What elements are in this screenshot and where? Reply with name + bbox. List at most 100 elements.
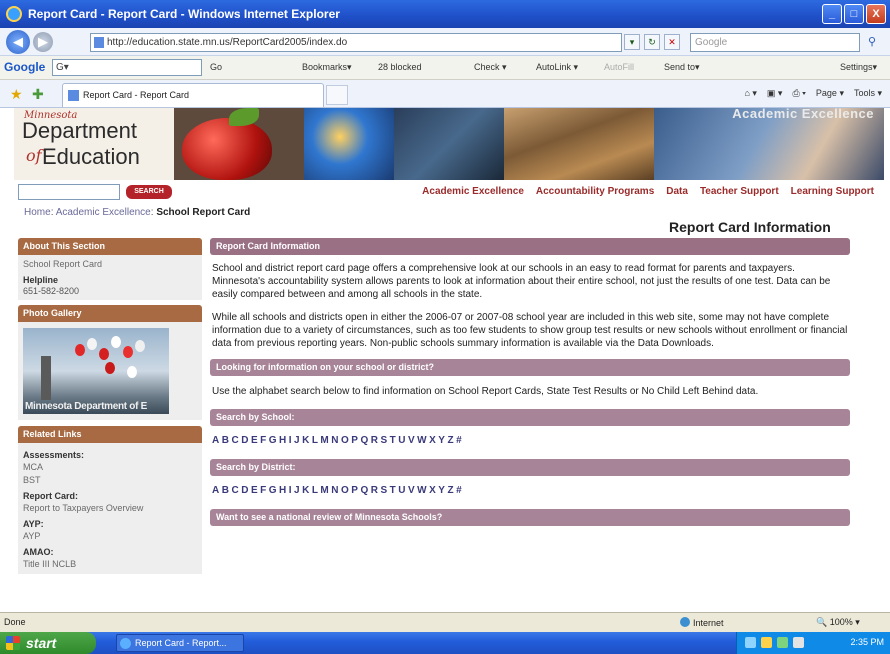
search-icon[interactable]: ⚲ — [868, 35, 884, 51]
tray-network-icon[interactable] — [745, 637, 756, 648]
stop-icon[interactable]: ✕ — [664, 34, 680, 50]
home-icon[interactable]: ⌂ ▾ — [744, 88, 756, 99]
district-letter-link[interactable]: S — [380, 485, 387, 496]
print-icon[interactable]: ⎙ ▾ — [792, 88, 805, 99]
school-letter-link[interactable]: Z — [447, 435, 454, 446]
gallery-photo[interactable]: Minnesota Department of E — [23, 328, 169, 414]
feeds-icon[interactable]: ▣ ▾ — [767, 88, 783, 99]
district-letter-link[interactable]: I — [289, 485, 292, 496]
security-zone[interactable]: Internet — [680, 617, 724, 628]
dropdown-arrow-icon[interactable]: ▾ — [624, 34, 640, 50]
district-letter-link[interactable]: A — [212, 485, 220, 496]
spellcheck-button[interactable]: Check ▾ — [474, 62, 507, 73]
district-letter-link[interactable]: E — [251, 485, 258, 496]
close-button[interactable]: X — [866, 4, 886, 24]
tab-report-card[interactable]: Report Card - Report Card — [62, 83, 324, 107]
district-letter-link[interactable]: Z — [447, 485, 454, 496]
back-button[interactable]: ◀ — [6, 29, 30, 54]
district-letter-link[interactable]: Q — [360, 485, 368, 496]
school-letter-link[interactable]: V — [408, 435, 415, 446]
minimize-button[interactable]: _ — [822, 4, 842, 24]
school-letter-link[interactable]: G — [269, 435, 277, 446]
school-letter-link[interactable]: A — [212, 435, 220, 446]
tray-security-icon[interactable] — [761, 637, 772, 648]
related-link-mca[interactable]: MCA — [23, 461, 197, 474]
district-letter-link[interactable]: B — [222, 485, 230, 496]
google-search-input[interactable]: G▾ — [52, 59, 202, 76]
nav-academic-excellence[interactable]: Academic Excellence — [422, 186, 524, 197]
district-letter-link[interactable]: N — [331, 485, 339, 496]
district-letter-link[interactable]: K — [302, 485, 310, 496]
page-menu[interactable]: Page ▾ — [816, 88, 844, 99]
related-link-bst[interactable]: BST — [23, 474, 197, 487]
district-letter-link[interactable]: M — [320, 485, 329, 496]
browser-search-input[interactable]: Google — [690, 33, 860, 52]
district-letter-link[interactable]: L — [312, 485, 319, 496]
district-letter-link[interactable]: C — [231, 485, 239, 496]
district-letter-link[interactable]: R — [371, 485, 379, 496]
school-letter-link[interactable]: F — [260, 435, 267, 446]
address-input[interactable]: http://education.state.mn.us/ReportCard2… — [90, 33, 622, 52]
school-letter-link[interactable]: H — [279, 435, 287, 446]
district-letter-link[interactable]: G — [269, 485, 277, 496]
taskbar-item-report-card[interactable]: Report Card - Report... — [116, 634, 244, 652]
autofill-button[interactable]: AutoFill — [604, 62, 634, 72]
breadcrumb-home[interactable]: Home — [24, 207, 51, 218]
district-letter-link[interactable]: J — [294, 485, 300, 496]
district-letter-link[interactable]: W — [417, 485, 427, 496]
school-letter-link[interactable]: K — [302, 435, 310, 446]
district-letter-link[interactable]: O — [341, 485, 349, 496]
school-letter-link[interactable]: E — [251, 435, 258, 446]
maximize-button[interactable]: □ — [844, 4, 864, 24]
school-letter-link[interactable]: T — [390, 435, 397, 446]
related-link-title-iii[interactable]: Title III NCLB — [23, 558, 197, 571]
school-letter-link[interactable]: N — [331, 435, 339, 446]
district-letter-link[interactable]: U — [398, 485, 406, 496]
tray-volume-icon[interactable] — [793, 637, 804, 648]
google-go-button[interactable]: Go — [210, 62, 222, 72]
school-letter-link[interactable]: S — [380, 435, 387, 446]
autolink-button[interactable]: AutoLink ▾ — [536, 62, 578, 73]
school-letter-link[interactable]: Y — [438, 435, 445, 446]
tray-update-icon[interactable] — [777, 637, 788, 648]
school-letter-link[interactable]: U — [398, 435, 406, 446]
settings-button[interactable]: Settings▾ — [840, 62, 877, 73]
add-favorite-icon[interactable]: ✚ — [32, 86, 44, 103]
mde-logo[interactable]: Minnesota Department of Education — [14, 108, 174, 180]
school-letter-link[interactable]: L — [312, 435, 319, 446]
district-letter-link[interactable]: T — [390, 485, 397, 496]
related-link-taxpayers-overview[interactable]: Report to Taxpayers Overview — [23, 502, 197, 515]
school-letter-link[interactable]: I — [289, 435, 292, 446]
school-letter-link[interactable]: P — [351, 435, 358, 446]
start-button[interactable]: start — [0, 632, 96, 654]
refresh-icon[interactable]: ↻ — [644, 34, 660, 50]
nav-accountability-programs[interactable]: Accountability Programs — [536, 186, 654, 197]
district-letter-link[interactable]: D — [241, 485, 249, 496]
district-letter-link[interactable]: V — [408, 485, 415, 496]
school-letter-link[interactable]: Q — [360, 435, 368, 446]
school-letter-link[interactable]: R — [371, 435, 379, 446]
district-letter-link[interactable]: Y — [438, 485, 445, 496]
district-letter-link[interactable]: X — [429, 485, 436, 496]
district-letter-link[interactable]: H — [279, 485, 287, 496]
site-search-button[interactable]: SEARCH — [126, 185, 172, 199]
bookmarks-button[interactable]: Bookmarks▾ — [302, 62, 352, 73]
district-letter-link[interactable]: P — [351, 485, 358, 496]
zoom-level[interactable]: 🔍 100% ▾ — [816, 617, 860, 628]
popup-blocked-button[interactable]: 28 blocked — [378, 62, 422, 72]
school-letter-link[interactable]: M — [320, 435, 329, 446]
site-search-input[interactable] — [18, 184, 120, 200]
school-letter-link[interactable]: X — [429, 435, 436, 446]
tools-menu[interactable]: Tools ▾ — [854, 88, 882, 99]
school-letter-link[interactable]: C — [231, 435, 239, 446]
favorites-star-icon[interactable]: ★ — [10, 86, 23, 103]
school-letter-link[interactable]: O — [341, 435, 349, 446]
send-to-button[interactable]: Send to▾ — [664, 62, 700, 73]
district-letter-link[interactable]: # — [456, 485, 462, 496]
nav-learning-support[interactable]: Learning Support — [791, 186, 874, 197]
sidebar-link-school-report-card[interactable]: School Report Card — [23, 258, 197, 271]
nav-teacher-support[interactable]: Teacher Support — [700, 186, 779, 197]
district-letter-link[interactable]: F — [260, 485, 267, 496]
related-link-ayp[interactable]: AYP — [23, 530, 197, 543]
school-letter-link[interactable]: B — [222, 435, 230, 446]
